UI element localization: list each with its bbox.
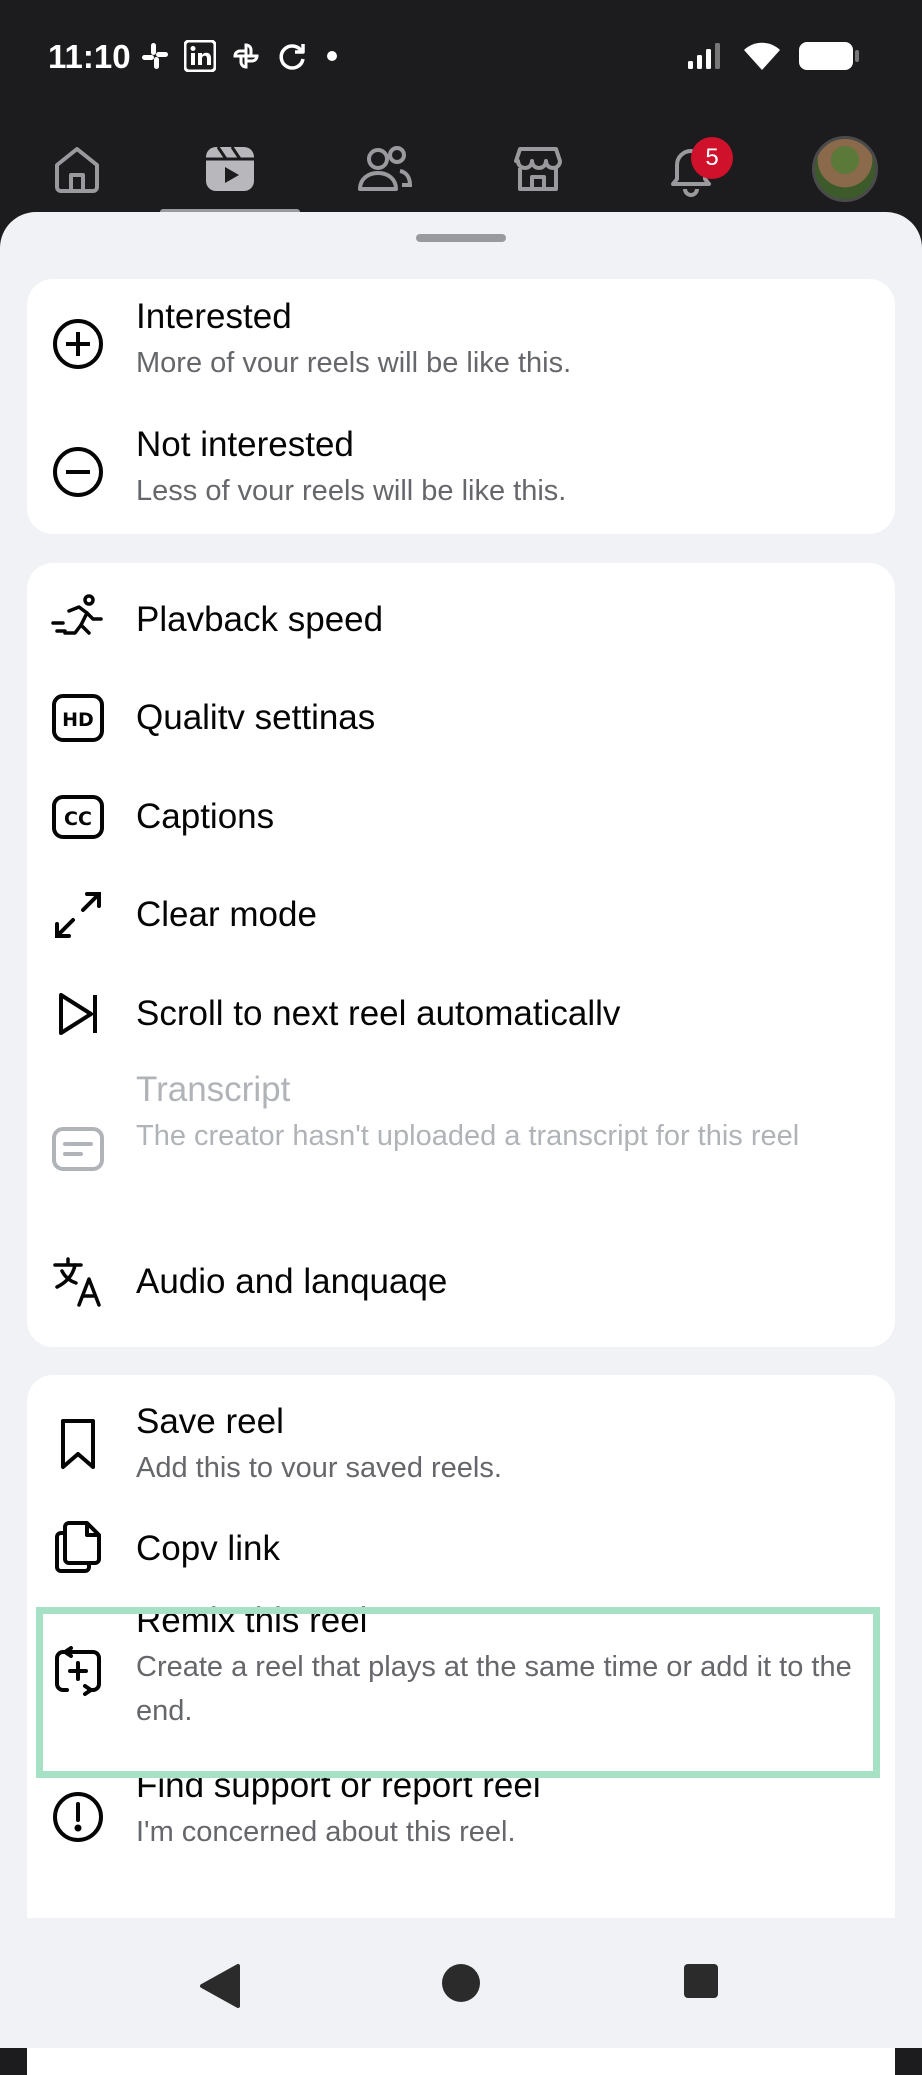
menu-item-not-interested[interactable]: Not interested Less of vour reels will b… xyxy=(27,407,895,534)
minus-circle-icon xyxy=(51,445,105,499)
home-button-icon[interactable] xyxy=(440,1962,482,2004)
profile-tab[interactable] xyxy=(810,134,880,204)
menu-item-title: Qualitv settinas xyxy=(136,698,376,737)
status-bar: 11:10 xyxy=(0,0,922,118)
reels-icon xyxy=(202,141,258,197)
menu-item-clear-mode[interactable]: Clear mode xyxy=(27,858,895,957)
menu-item-report[interactable]: Find support or report reel I'm concerne… xyxy=(27,1752,895,1882)
menu-item-copy-link[interactable]: Copv link xyxy=(27,1497,895,1582)
menu-item-audio-language[interactable]: Audio and lanquaqe xyxy=(27,1225,895,1347)
menu-item-captions[interactable]: CC Captions xyxy=(27,760,895,858)
status-time: 11:10 xyxy=(48,38,131,75)
menu-item-subtitle: The creator hasn't uploaded a transcript… xyxy=(136,1120,800,1152)
menu-item-subtitle: Add this to vour saved reels. xyxy=(136,1452,502,1484)
menu-item-quality-settings[interactable]: HD Qualitv settinas xyxy=(27,661,895,760)
copy-link-icon xyxy=(51,1519,105,1573)
app-nav-bar: 5 xyxy=(0,118,922,218)
menu-item-playback-speed[interactable]: Plavback speed xyxy=(27,563,895,661)
menu-item-subtitle: Less of vour reels will be like this. xyxy=(136,475,567,507)
linkedin-icon xyxy=(184,40,216,72)
notifications-tab[interactable]: 5 xyxy=(656,134,733,204)
notification-badge: 5 xyxy=(691,137,733,179)
home-tab[interactable] xyxy=(42,134,112,204)
profile-avatar xyxy=(812,136,878,202)
menu-item-title: Interested xyxy=(136,297,292,336)
pinwheel-icon xyxy=(230,40,262,72)
menu-item-title: Not interested xyxy=(136,425,354,464)
menu-item-title: Audio and lanquaqe xyxy=(136,1262,448,1301)
menu-item-title: Clear mode xyxy=(136,895,317,934)
menu-item-title: Scroll to next reel automaticallv xyxy=(136,994,621,1033)
expand-arrows-icon xyxy=(51,888,105,942)
menu-item-auto-scroll[interactable]: Scroll to next reel automaticallv xyxy=(27,957,895,1055)
sheet-drag-handle[interactable] xyxy=(416,234,506,242)
menu-item-interested[interactable]: Interested More of vour reels will be li… xyxy=(27,279,895,407)
alert-circle-icon xyxy=(51,1790,105,1844)
cc-icon: CC xyxy=(51,790,105,844)
menu-item-transcript: Transcript The creator hasn't uploaded a… xyxy=(27,1055,895,1225)
menu-item-title: Copv link xyxy=(136,1529,280,1568)
sync-icon xyxy=(276,40,308,72)
reels-tab[interactable] xyxy=(195,134,265,204)
menu-item-remix[interactable]: Remix this reel Create a reel that plays… xyxy=(27,1582,895,1752)
back-icon[interactable] xyxy=(198,1962,242,2010)
menu-item-title: Remix this reel xyxy=(136,1601,368,1640)
transcript-icon xyxy=(51,1122,105,1176)
plus-circle-icon xyxy=(51,317,105,371)
wifi-icon xyxy=(742,40,782,72)
marketplace-tab[interactable] xyxy=(503,134,573,204)
feedback-card: Interested More of vour reels will be li… xyxy=(27,279,895,534)
menu-item-title: Plavback speed xyxy=(136,600,384,639)
battery-icon xyxy=(798,41,860,71)
menu-item-title: Transcript xyxy=(136,1070,291,1109)
translate-icon xyxy=(51,1255,105,1309)
status-notification-icons xyxy=(140,40,342,72)
svg-text:CC: CC xyxy=(64,808,92,830)
status-system-icons xyxy=(686,40,860,72)
remix-icon xyxy=(51,1644,105,1698)
hd-icon: HD xyxy=(51,691,105,745)
skip-next-icon xyxy=(51,987,105,1041)
playback-settings-card: Plavback speed HD Qualitv settinas CC Ca… xyxy=(27,563,895,1347)
running-person-icon xyxy=(51,593,105,647)
menu-item-title: Captions xyxy=(136,797,275,836)
bookmark-icon xyxy=(51,1417,105,1471)
recents-icon[interactable] xyxy=(682,1962,720,2000)
menu-item-subtitle: Create a reel that plays at the same tim… xyxy=(136,1651,852,1727)
menu-item-title: Find support or report reel xyxy=(136,1766,541,1805)
notifications-icon: 5 xyxy=(663,137,733,197)
signal-icon xyxy=(686,41,726,71)
menu-item-save-reel[interactable]: Save reel Add this to vour saved reels. xyxy=(27,1375,895,1497)
svg-text:HD: HD xyxy=(62,709,94,731)
dot-icon xyxy=(322,46,342,66)
system-navigation-bar xyxy=(0,1918,922,2048)
home-icon xyxy=(49,141,105,197)
slack-icon xyxy=(140,41,170,71)
menu-item-title: Save reel xyxy=(136,1402,284,1441)
menu-item-subtitle: I'm concerned about this reel. xyxy=(136,1816,516,1848)
friends-tab[interactable] xyxy=(349,134,419,204)
reel-options-sheet: Interested More of vour reels will be li… xyxy=(0,212,922,2075)
marketplace-icon xyxy=(510,141,566,197)
friends-icon xyxy=(354,141,414,197)
menu-item-subtitle: More of vour reels will be like this. xyxy=(136,347,572,379)
